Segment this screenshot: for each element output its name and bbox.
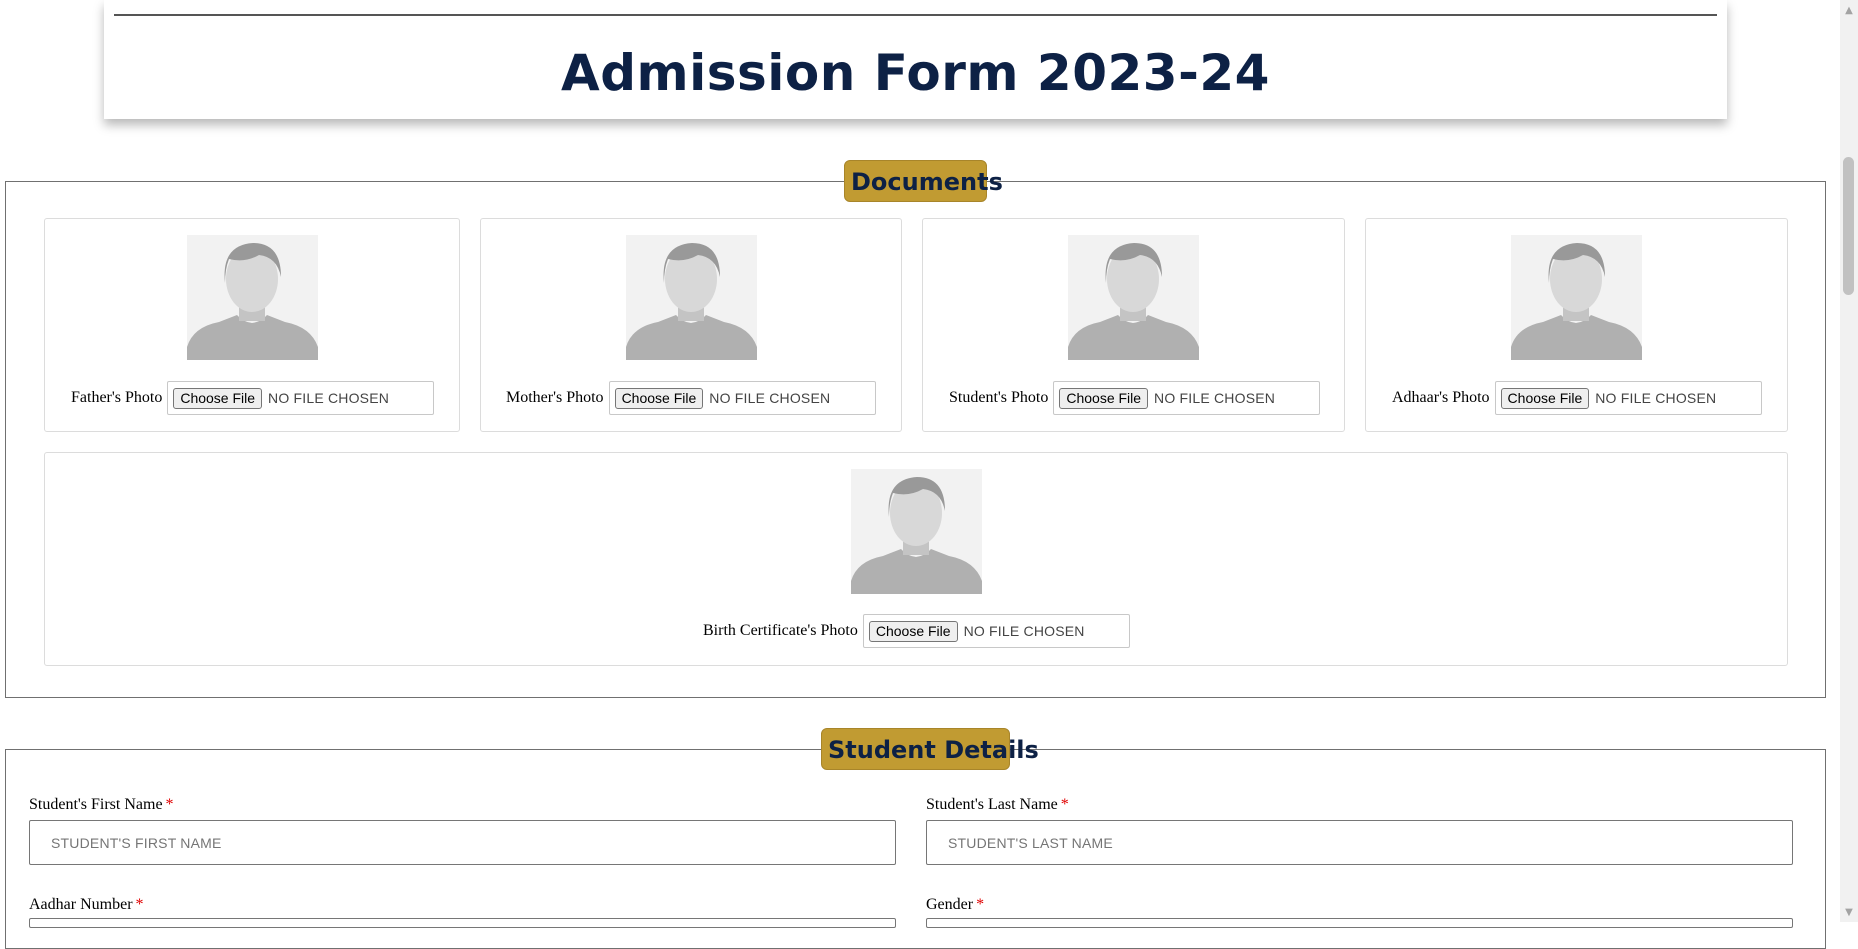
student-details-legend: Student Details — [821, 728, 1039, 770]
last-name-label: Student's Last Name * — [926, 796, 1069, 813]
required-marker: * — [976, 896, 985, 913]
student-photo-card: Student's Photo Choose File NO FILE CHOS… — [922, 218, 1345, 432]
father-photo-card: Father's Photo Choose File NO FILE CHOSE… — [44, 218, 460, 432]
file-status: NO FILE CHOSEN — [709, 390, 831, 406]
person-placeholder-icon — [851, 469, 982, 594]
person-placeholder-icon — [1511, 235, 1642, 360]
adhaar-photo-card: Adhaar's Photo Choose File NO FILE CHOSE… — [1365, 218, 1788, 432]
mother-photo-card: Mother's Photo Choose File NO FILE CHOSE… — [480, 218, 902, 432]
student-photo-label: Student's Photo — [949, 389, 1049, 406]
student-photo-file-input[interactable]: Choose File NO FILE CHOSEN — [1053, 381, 1321, 415]
file-status: NO FILE CHOSEN — [1154, 390, 1276, 406]
birth-certificate-file-input[interactable]: Choose File NO FILE CHOSEN — [862, 614, 1130, 648]
adhaar-photo-file-input[interactable]: Choose File NO FILE CHOSEN — [1494, 381, 1762, 415]
documents-legend: Documents — [844, 160, 1003, 202]
choose-file-button[interactable]: Choose File — [173, 387, 263, 409]
last-name-input[interactable] — [926, 820, 1793, 865]
choose-file-button[interactable]: Choose File — [1059, 387, 1149, 409]
father-photo-label: Father's Photo — [71, 389, 163, 406]
aadhar-number-input[interactable] — [29, 918, 896, 928]
required-marker: * — [135, 896, 144, 913]
mother-photo-label: Mother's Photo — [506, 389, 604, 406]
required-marker: * — [165, 796, 174, 813]
header-divider — [114, 14, 1717, 16]
mother-photo-upload: Mother's Photo Choose File NO FILE CHOSE… — [506, 381, 876, 415]
page-scrollbar[interactable]: ▲ ▼ — [1840, 0, 1858, 922]
scroll-up-arrow-icon[interactable]: ▲ — [1840, 2, 1858, 19]
scrollbar-thumb[interactable] — [1843, 157, 1854, 295]
gender-select[interactable] — [926, 918, 1793, 928]
birth-certificate-label: Birth Certificate's Photo — [703, 622, 858, 639]
page-header: Admission Form 2023-24 — [104, 0, 1727, 119]
person-placeholder-icon — [187, 235, 318, 360]
file-status: NO FILE CHOSEN — [963, 623, 1085, 639]
father-photo-file-input[interactable]: Choose File NO FILE CHOSEN — [167, 381, 435, 415]
choose-file-button[interactable]: Choose File — [868, 620, 958, 642]
adhaar-photo-upload: Adhaar's Photo Choose File NO FILE CHOSE… — [1392, 381, 1762, 415]
page-title: Admission Form 2023-24 — [561, 44, 1270, 102]
scroll-down-arrow-icon[interactable]: ▼ — [1840, 904, 1858, 921]
adhaar-photo-label: Adhaar's Photo — [1392, 389, 1490, 406]
first-name-label: Student's First Name * — [29, 796, 174, 813]
person-placeholder-icon — [626, 235, 757, 360]
aadhar-number-label: Aadhar Number * — [29, 896, 144, 913]
gender-label: Gender * — [926, 896, 985, 913]
choose-file-button[interactable]: Choose File — [1500, 387, 1590, 409]
file-status: NO FILE CHOSEN — [1595, 390, 1717, 406]
birth-certificate-card: Birth Certificate's Photo Choose File NO… — [44, 452, 1788, 666]
first-name-input[interactable] — [29, 820, 896, 865]
birth-certificate-upload: Birth Certificate's Photo Choose File NO… — [703, 614, 1130, 648]
file-status: NO FILE CHOSEN — [268, 390, 390, 406]
student-photo-upload: Student's Photo Choose File NO FILE CHOS… — [949, 381, 1321, 415]
person-placeholder-icon — [1068, 235, 1199, 360]
father-photo-upload: Father's Photo Choose File NO FILE CHOSE… — [71, 381, 435, 415]
mother-photo-file-input[interactable]: Choose File NO FILE CHOSEN — [608, 381, 876, 415]
choose-file-button[interactable]: Choose File — [614, 387, 704, 409]
required-marker: * — [1060, 796, 1069, 813]
